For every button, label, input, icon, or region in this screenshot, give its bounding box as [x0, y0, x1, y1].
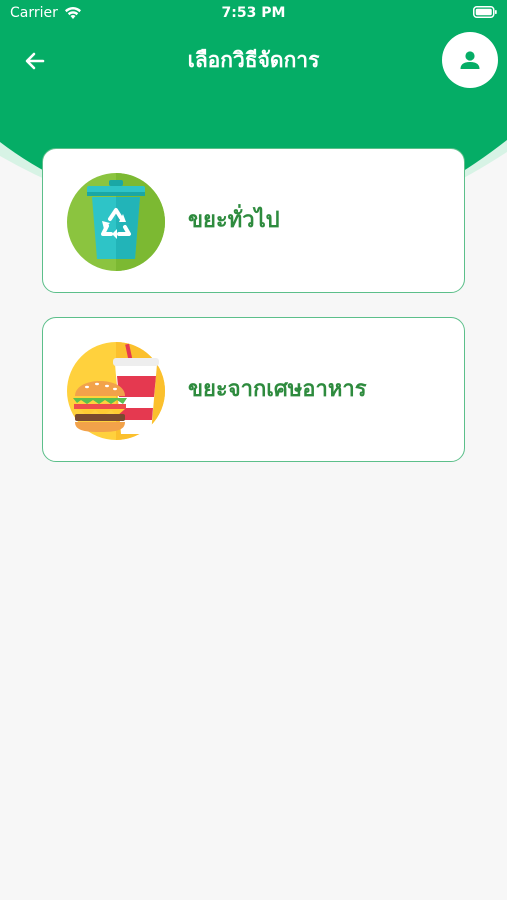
option-general-waste[interactable]: ขยะทั่วไป — [42, 148, 465, 293]
arrow-left-icon — [25, 52, 45, 70]
status-time: 7:53 PM — [221, 5, 286, 21]
option-label: ขยะทั่วไป — [188, 208, 280, 233]
food-burger-drink-icon — [67, 342, 165, 440]
status-bar: Carrier 7:53 PM — [0, 0, 507, 28]
option-label: ขยะจากเศษอาหาร — [188, 377, 367, 402]
option-food-waste[interactable]: ขยะจากเศษอาหาร — [42, 317, 465, 462]
back-button[interactable] — [20, 46, 50, 76]
page-title: เลือกวิธีจัดการ — [187, 48, 320, 72]
profile-button[interactable] — [442, 32, 498, 88]
person-icon — [460, 51, 480, 69]
battery-icon — [473, 6, 497, 18]
recycle-bin-icon — [67, 173, 165, 271]
